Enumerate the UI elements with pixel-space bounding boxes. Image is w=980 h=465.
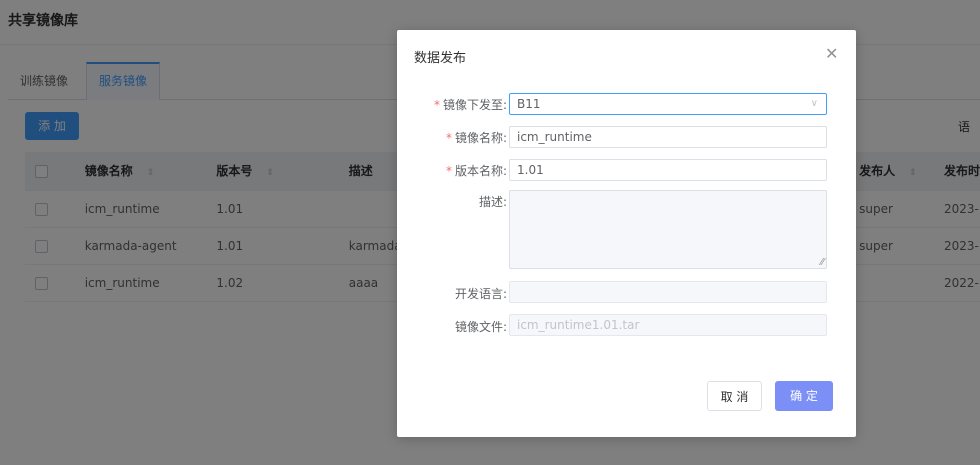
publish-dialog: 数据发布 ✕ * 镜像下发至: B11 ∨ * 镜像名称: icm_runtime *… bbox=[397, 30, 856, 437]
cancel-button[interactable]: 取 消 bbox=[707, 381, 762, 411]
image-file-label: 镜像文件: bbox=[454, 320, 507, 334]
target-select[interactable]: B11 ∨ bbox=[509, 93, 827, 115]
resize-handle-icon[interactable]: ⁄⁄ bbox=[821, 257, 824, 268]
image-name-input[interactable]: icm_runtime bbox=[509, 126, 827, 148]
label-text: 版本名称: bbox=[454, 164, 507, 178]
target-label: * 镜像下发至: bbox=[397, 96, 507, 113]
confirm-button[interactable]: 确 定 bbox=[775, 381, 833, 411]
required-mark: * bbox=[433, 98, 440, 112]
language-input bbox=[509, 281, 827, 303]
image-file-input: icm_runtime1.01.tar bbox=[509, 314, 827, 336]
dialog-title: 数据发布 bbox=[414, 51, 467, 66]
close-icon[interactable]: ✕ bbox=[825, 44, 838, 63]
required-mark: * bbox=[445, 164, 452, 178]
version-name-label: * 版本名称: bbox=[397, 162, 507, 179]
description-label: 描述: bbox=[478, 195, 507, 209]
label-text: 镜像名称: bbox=[454, 131, 507, 145]
description-textarea[interactable]: ⁄⁄ bbox=[509, 190, 827, 269]
required-mark: * bbox=[445, 131, 452, 145]
version-name-input[interactable]: 1.01 bbox=[509, 159, 827, 181]
selected-value: B11 bbox=[517, 97, 541, 111]
image-name-label: * 镜像名称: bbox=[397, 129, 507, 146]
label-text: 镜像下发至: bbox=[442, 98, 507, 112]
chevron-down-icon: ∨ bbox=[810, 98, 818, 109]
language-label: 开发语言: bbox=[454, 287, 507, 301]
